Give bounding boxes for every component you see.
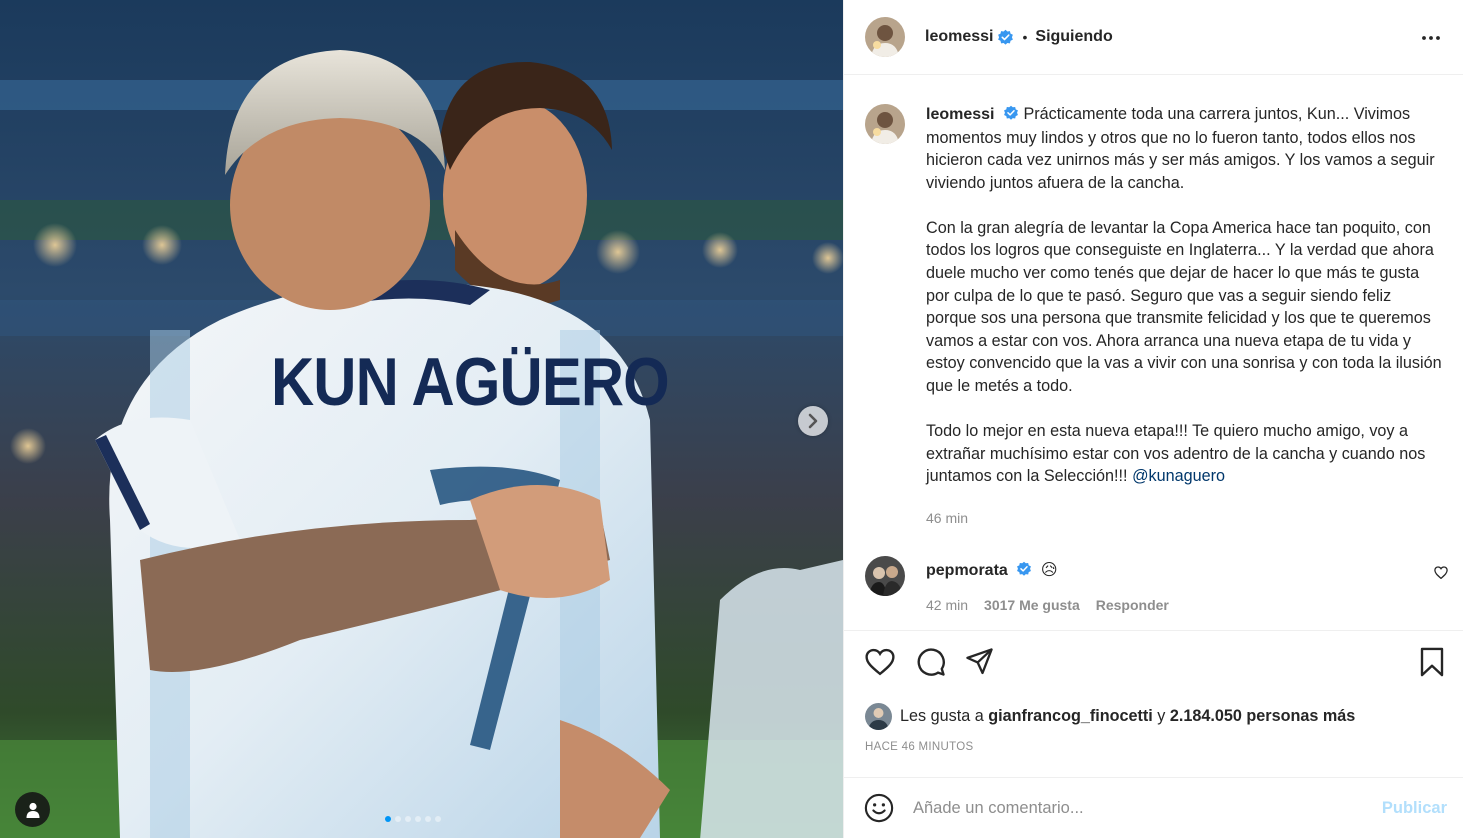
verified-badge-icon: [1017, 561, 1032, 576]
comment-input[interactable]: [913, 798, 1353, 818]
heart-icon[interactable]: [865, 647, 895, 677]
comment-item: pepmorata 😥 42 min 3017 Me gusta Respond…: [865, 556, 1455, 613]
post-timestamp[interactable]: HACE 46 MINUTOS: [865, 741, 973, 753]
comment-likes[interactable]: 3017 Me gusta: [984, 597, 1080, 613]
likes-prefix: Les gusta a: [900, 707, 989, 725]
commenter-username[interactable]: pepmorata: [926, 562, 1008, 579]
publish-button[interactable]: Publicar: [1382, 799, 1447, 818]
carousel-dot: [435, 816, 441, 822]
chevron-right-icon: [808, 413, 818, 429]
comment-reply-button[interactable]: Responder: [1096, 597, 1169, 613]
post-actions: [865, 647, 1445, 681]
liker-username[interactable]: gianfrancog_finocetti: [988, 707, 1153, 726]
following-button[interactable]: Siguiendo: [1035, 28, 1112, 46]
comments-section: leomessi Prácticamente toda una carrera …: [844, 76, 1463, 631]
comment-meta: 42 min 3017 Me gusta Responder: [926, 597, 1169, 613]
post-side-panel: leomessi • Siguiendo leomessi Prácticame…: [843, 0, 1463, 838]
user-tag-icon: [26, 802, 39, 818]
author-avatar[interactable]: [865, 17, 905, 57]
comment-text: 😥: [1040, 561, 1058, 579]
comment-icon[interactable]: [916, 647, 946, 677]
header-separator: •: [1022, 29, 1028, 45]
comment-time[interactable]: 42 min: [926, 597, 968, 613]
carousel-dot: [405, 816, 411, 822]
caption-mention-link[interactable]: @kunaguero: [1132, 467, 1225, 485]
carousel-dot: [385, 816, 391, 822]
verified-badge-icon: [998, 29, 1014, 45]
caption-timestamp[interactable]: 46 min: [926, 507, 1446, 530]
verified-badge-icon: [1004, 105, 1018, 120]
caption-author-username[interactable]: leomessi: [926, 106, 994, 123]
comment-content: pepmorata 😥 42 min 3017 Me gusta Respond…: [926, 556, 1169, 613]
carousel-dot: [425, 816, 431, 822]
caption-paragraph-2: Con la gran alegría de levantar la Copa …: [926, 218, 1442, 396]
caption-text: leomessi Prácticamente toda una carrera …: [926, 103, 1446, 530]
carousel-dot: [415, 816, 421, 822]
post-photo: KUN AGÜERO: [0, 0, 843, 838]
tagged-users-button[interactable]: [15, 792, 50, 827]
bookmark-icon[interactable]: [1419, 647, 1445, 677]
more-options-icon[interactable]: [1421, 27, 1441, 49]
comment-like-heart-icon[interactable]: [1434, 566, 1448, 579]
likes-connector: y: [1152, 707, 1170, 725]
commenter-avatar[interactable]: [865, 556, 905, 596]
emoji-icon[interactable]: [864, 793, 894, 823]
caption-author-avatar[interactable]: [865, 104, 905, 144]
jersey-name: KUN AGÜERO: [271, 343, 669, 419]
liker-avatar[interactable]: [865, 703, 892, 730]
post-header: leomessi • Siguiendo: [844, 0, 1463, 75]
post-caption: leomessi Prácticamente toda una carrera …: [865, 103, 1455, 530]
author-username[interactable]: leomessi: [925, 28, 993, 46]
carousel-dot: [395, 816, 401, 822]
paper-plane-icon[interactable]: [965, 647, 994, 676]
likes-count[interactable]: 2.184.050 personas más: [1170, 707, 1355, 726]
carousel-indicator: [385, 816, 441, 822]
likes-summary: Les gusta a gianfrancog_finocetti y 2.18…: [865, 703, 1355, 730]
next-slide-button[interactable]: [798, 406, 828, 436]
post-media[interactable]: KUN AGÜERO: [0, 0, 843, 838]
comment-composer: Publicar: [844, 777, 1463, 838]
